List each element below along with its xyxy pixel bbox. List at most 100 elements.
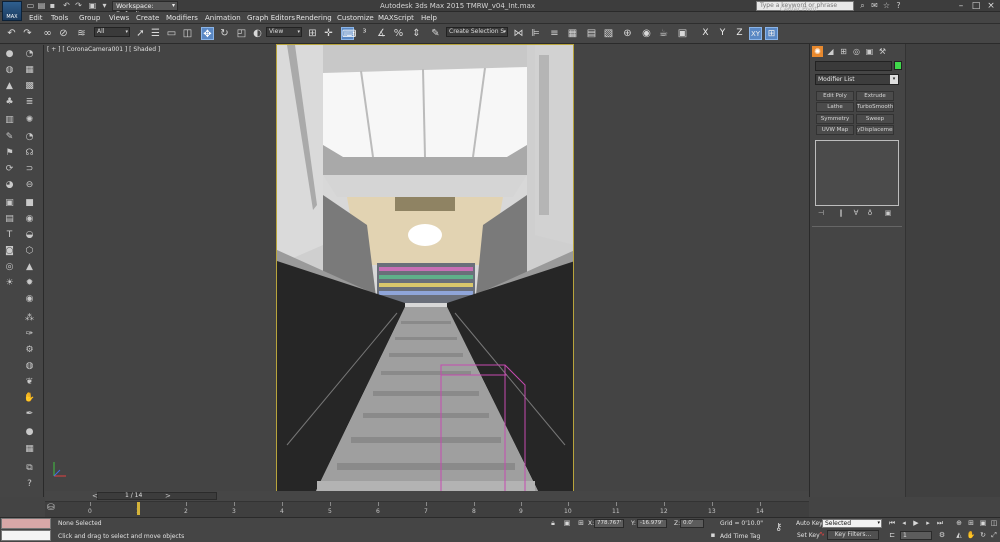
hand-icon[interactable]: ✋ [23,392,36,405]
pyramid-icon[interactable]: ▲ [23,261,36,274]
select-and-manipulate-icon[interactable]: ✛ [322,27,335,40]
light-bulb-icon[interactable]: ✺ [23,114,36,127]
axis-xy-button[interactable]: XY [749,27,762,40]
select-object-icon[interactable]: ➚ [134,27,147,40]
yellow-box-icon[interactable]: ■ [23,197,36,210]
modifier-uvw-map-button[interactable]: UVW Map [816,125,854,135]
new-file-icon[interactable]: ▭ [26,2,35,11]
capsule-icon[interactable]: ⊖ [23,179,36,192]
remove-modifier-icon[interactable]: ♁ [865,209,875,218]
maximize-button[interactable]: □ [969,0,983,12]
axis-constraint-flyout-icon[interactable]: ⊞ [765,27,778,40]
workspace-dropdown[interactable]: Workspace: Default▾ [112,1,178,18]
center-pivot-label[interactable]: Center Pivot [780,6,817,13]
list-icon[interactable]: ≣ [23,96,36,109]
app-logo-button[interactable]: MAX [2,1,22,21]
menu-animation[interactable]: Animation [205,12,241,24]
select-and-scale-icon[interactable]: ◰ [235,27,248,40]
create-tab-icon[interactable]: ✺ [812,46,823,57]
maxscript-listener-top[interactable] [1,518,51,529]
render-frame-icon[interactable]: ▣ [676,27,689,40]
ring-icon[interactable]: ◉ [23,293,36,306]
modifier-sweep-button[interactable]: Sweep [856,114,894,124]
mirror-icon[interactable]: ⋈ [512,27,525,40]
key-filters-button[interactable]: Key Filters... [827,530,879,540]
redo-icon[interactable]: ↷ [74,2,83,11]
material-editor-icon[interactable]: ◉ [640,27,653,40]
table-icon[interactable]: ▥ [3,114,16,127]
modifier-stack-view[interactable] [815,140,899,206]
configure-modifier-sets-icon[interactable]: ▣ [883,209,893,218]
current-frame-marker[interactable] [137,502,140,515]
window-crossing-icon[interactable]: ◫ [181,27,194,40]
menu-group[interactable]: Group [79,12,100,24]
network-icon[interactable]: ⚙ [23,344,36,357]
bowl-icon[interactable]: ◒ [23,229,36,242]
absolute-mode-icon[interactable]: ⊞ [576,519,586,528]
spinner-snap-icon[interactable]: ⇕ [410,27,423,40]
key-mode-toggle-icon[interactable]: ⊏ [887,531,897,540]
modifier-turbosmooth-button[interactable]: TurboSmooth [856,102,894,112]
light-icon[interactable]: ☀ [3,277,16,290]
menu-help[interactable]: Help [421,12,437,24]
selection-filter-dropdown[interactable]: All ▾ [94,27,130,37]
align-icon[interactable]: ⊫ [529,27,542,40]
eye-icon[interactable]: ◎ [3,261,16,274]
pan-icon[interactable]: ✋ [966,531,976,540]
dropdown-arrow-icon[interactable]: ▾ [100,2,109,11]
z-coordinate-field[interactable]: 0.0' [680,519,704,528]
text-icon[interactable]: T [3,229,16,242]
percent-snap-icon[interactable]: % [392,27,405,40]
paint-icon[interactable]: ✎ [3,131,16,144]
zoom-icon[interactable]: ⊕ [954,519,964,528]
mesh-icon[interactable]: ▣ [3,197,16,210]
paint-brush-icon[interactable]: ✑ [23,328,36,341]
menu-tools[interactable]: Tools [51,12,68,24]
quick-render-icon[interactable]: ◔ [23,48,36,61]
menu-graph-editors[interactable]: Graph Editors [247,12,295,24]
time-config-icon[interactable]: ⚙ [937,531,947,540]
select-by-name-icon[interactable]: ☰ [149,27,162,40]
create-geometry-icon[interactable]: ● [3,48,16,61]
menu-modifiers[interactable]: Modifiers [166,12,198,24]
select-and-rotate-icon[interactable]: ↻ [218,27,231,40]
snaps-toggle-icon[interactable]: ³ [358,27,371,40]
current-frame-field[interactable]: 1 [900,531,932,540]
menu-create[interactable]: Create [136,12,159,24]
play-icon[interactable]: ▶ [911,519,921,528]
grid-icon[interactable]: ▩ [23,80,36,93]
goto-end-icon[interactable]: ⏭ [935,519,945,528]
render-region-icon[interactable]: ▤ [3,213,16,226]
sphere-icon[interactable]: ◍ [3,64,16,77]
save-file-icon[interactable]: ▪ [48,2,57,11]
motion-tab-icon[interactable]: ◎ [851,46,862,57]
menu-edit[interactable]: Edit [29,12,43,24]
sphere-shaded-icon[interactable]: ◉ [23,213,36,226]
help-icon[interactable]: ? [893,1,904,11]
axis-z-button[interactable]: Z [733,27,746,40]
minimize-button[interactable]: – [954,0,968,12]
y-coordinate-field[interactable]: -16.979' [637,519,667,528]
track-bar[interactable]: 0 1 2 3 4 5 6 7 8 9 10 11 12 13 14 [45,501,809,517]
object-name-field[interactable] [815,61,892,71]
shape-icon[interactable]: ◔ [23,131,36,144]
material-sphere-icon[interactable]: ● [23,426,36,439]
graphite-ribbon-icon[interactable]: ▤ [585,27,598,40]
scatter-icon[interactable]: ♣ [3,96,16,109]
particle-icon[interactable]: ⁂ [23,312,36,325]
time-slider-track[interactable] [97,492,217,500]
axis-y-button[interactable]: Y [716,27,729,40]
undo-icon[interactable]: ↶ [62,2,71,11]
flag-icon[interactable]: ⚑ [3,147,16,160]
show-end-result-icon[interactable]: ‖ [836,209,846,218]
teal-object-icon[interactable]: ◕ [3,179,16,192]
auto-key-button[interactable]: Auto Key [796,520,823,527]
sun-icon[interactable]: ✹ [23,277,36,290]
undo-icon[interactable]: ↶ [5,27,18,40]
modifier-list-dropdown[interactable]: Modifier List ▾ [815,74,899,85]
leaf-icon[interactable]: ❦ [23,376,36,389]
communication-center-icon[interactable]: ✉ [869,1,880,11]
unlink-selection-icon[interactable]: ⊘ [57,27,70,40]
open-file-icon[interactable]: ▤ [37,2,46,11]
modify-tab-icon[interactable]: ◢ [825,46,836,57]
